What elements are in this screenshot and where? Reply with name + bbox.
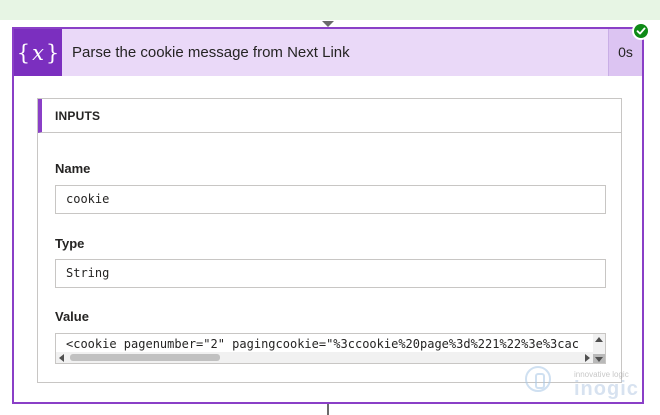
scroll-right-arrow-icon[interactable] bbox=[585, 354, 590, 362]
inputs-section-title: INPUTS bbox=[55, 109, 101, 123]
type-label: Type bbox=[55, 236, 85, 251]
scroll-left-arrow-icon[interactable] bbox=[59, 354, 64, 362]
type-field[interactable]: String bbox=[55, 259, 606, 288]
check-circle-icon bbox=[632, 22, 650, 40]
value-field[interactable]: <cookie pagenumber="2" pagingcookie="%3c… bbox=[55, 333, 606, 364]
value-text: <cookie pagenumber="2" pagingcookie="%3c… bbox=[66, 337, 579, 351]
variable-icon-open-brace: { bbox=[16, 40, 31, 65]
vertical-scrollbar[interactable] bbox=[593, 334, 605, 363]
watermark-brand: inogic bbox=[574, 378, 639, 400]
flow-connector-line bbox=[327, 404, 329, 415]
action-card-header[interactable]: {x} Parse the cookie message from Next L… bbox=[14, 29, 642, 76]
action-title: Parse the cookie message from Next Link bbox=[72, 44, 350, 61]
inogic-logo-icon bbox=[525, 366, 551, 392]
value-label: Value bbox=[55, 309, 89, 324]
inogic-watermark: innovative logic inogic bbox=[521, 364, 641, 400]
variable-icon: {x} bbox=[14, 29, 62, 76]
action-card: {x} Parse the cookie message from Next L… bbox=[12, 27, 644, 404]
inputs-panel: INPUTS Name cookie Type String Value <co… bbox=[37, 98, 622, 383]
inputs-section-header[interactable]: INPUTS bbox=[38, 99, 621, 133]
horizontal-scroll-thumb[interactable] bbox=[70, 354, 220, 361]
previous-step-band bbox=[0, 0, 660, 20]
name-label: Name bbox=[55, 161, 91, 176]
horizontal-scrollbar[interactable] bbox=[56, 352, 593, 363]
scroll-down-arrow-icon[interactable] bbox=[593, 354, 605, 363]
scroll-up-arrow-icon[interactable] bbox=[595, 337, 603, 342]
name-field[interactable]: cookie bbox=[55, 185, 606, 214]
variable-icon-symbol: x bbox=[32, 40, 44, 65]
variable-icon-close-brace: } bbox=[45, 40, 60, 65]
